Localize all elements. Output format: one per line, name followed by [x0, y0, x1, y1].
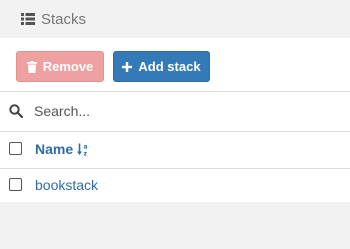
table-header: Name a z	[0, 131, 350, 169]
remove-label: Remove	[42, 59, 94, 74]
search-bar	[0, 91, 350, 131]
name-column-label: Name	[35, 141, 74, 157]
stack-name-link[interactable]: bookstack	[35, 177, 98, 193]
name-column-header[interactable]: Name a z	[35, 141, 90, 157]
svg-text:a: a	[84, 143, 88, 150]
page-header: Stacks	[0, 0, 350, 38]
list-icon	[21, 13, 35, 25]
search-input[interactable]	[34, 100, 334, 122]
action-bar: Remove Add stack	[0, 38, 350, 91]
svg-text:z: z	[84, 150, 88, 156]
search-icon	[9, 104, 23, 118]
stacks-panel: Remove Add stack Name	[0, 38, 350, 202]
remove-button[interactable]: Remove	[16, 51, 104, 82]
add-stack-label: Add stack	[138, 59, 201, 74]
trash-icon	[26, 60, 37, 73]
add-stack-button[interactable]: Add stack	[113, 51, 210, 82]
table-row: bookstack	[0, 169, 350, 202]
page-title: Stacks	[41, 10, 87, 28]
select-all-checkbox[interactable]	[9, 142, 22, 155]
row-checkbox[interactable]	[9, 178, 22, 191]
sort-alpha-icon: a z	[77, 143, 90, 156]
plus-icon	[122, 61, 133, 72]
